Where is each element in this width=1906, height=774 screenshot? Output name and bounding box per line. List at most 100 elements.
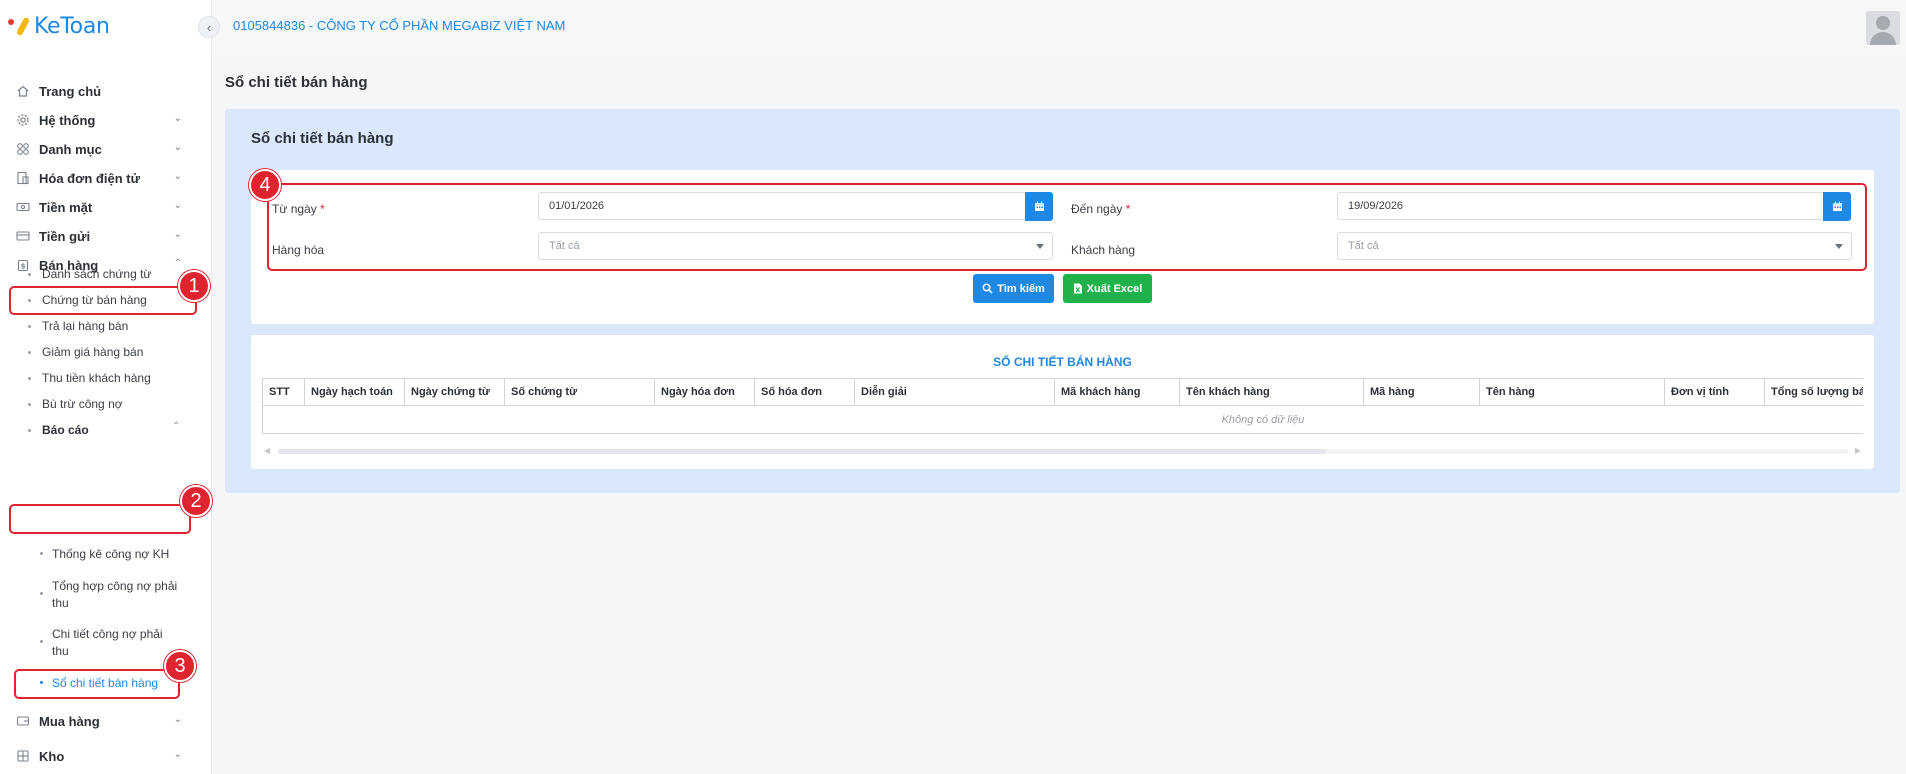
sidebar-subitem-reports[interactable]: Báo cáo [28, 417, 89, 443]
scroll-right-icon[interactable]: ▶ [1855, 446, 1861, 455]
annotation-badge-4: 4 [249, 169, 281, 201]
column-header[interactable]: Tên hàng [1480, 379, 1665, 405]
annotation-box-3 [14, 669, 180, 699]
search-button-label: Tìm kiếm [997, 282, 1045, 295]
user-avatar[interactable] [1866, 11, 1900, 45]
company-name[interactable]: 0105844836 - CÔNG TY CỔ PHẦN MEGABIZ VIỆ… [233, 18, 565, 33]
export-excel-label: Xuất Excel [1086, 282, 1143, 295]
chevron-up-icon: ⌃ [172, 421, 181, 432]
sidebar-item-label: Hệ thống [39, 112, 96, 128]
subitem-label: Thu tiền khách hàng [42, 371, 151, 385]
sidebar-subitem-sales-return[interactable]: Trả lại hàng bán [28, 313, 128, 339]
wallet-icon [14, 712, 32, 730]
column-header[interactable]: Ngày chứng từ [405, 379, 505, 405]
sidebar-subitem-customer-payment[interactable]: Thu tiền khách hàng [28, 365, 151, 391]
column-header[interactable]: Ngày hóa đơn [655, 379, 755, 405]
chevron-down-icon: ⌄ [173, 749, 182, 760]
table-horizontal-scrollbar[interactable]: ◀ ▶ [262, 446, 1863, 456]
sidebar-report-receivable-summary[interactable]: Tổng hợp công nợ phải thu [40, 578, 180, 612]
logo-mark-icon [8, 16, 34, 37]
sidebar-item-label: Mua hàng [39, 713, 100, 729]
sidebar-item-warehouse[interactable]: Kho ⌄ [0, 741, 212, 771]
table-header: STT Ngày hạch toán Ngày chứng từ Số chứn… [262, 378, 1863, 406]
sidebar-item-cash[interactable]: Tiền mặt ⌄ [0, 192, 212, 222]
sidebar-item-label: Danh mục [39, 141, 102, 157]
subitem-label: Báo cáo [42, 423, 89, 437]
cash-icon [14, 198, 32, 216]
warehouse-icon [14, 747, 32, 765]
export-excel-button[interactable]: Xuất Excel [1063, 274, 1152, 303]
home-icon [14, 82, 32, 100]
bullet-icon [40, 640, 43, 643]
sidebar-item-label: Tiền gửi [39, 228, 91, 244]
subitem-label: Giảm giá hàng bán [42, 345, 144, 359]
invoice-icon [14, 169, 32, 187]
chevron-down-icon: ⌄ [173, 200, 182, 211]
sidebar-item-label: Tiền mặt [39, 199, 93, 215]
logo-text: KeToan [34, 13, 110, 39]
chevron-up-icon: ⌃ [173, 258, 182, 269]
sidebar-report-customer-debt-stats[interactable]: Thống kê công nợ KH [40, 546, 180, 563]
annotation-badge-3: 3 [164, 650, 196, 682]
report-item-label: Tổng hợp công nợ phải thu [52, 579, 178, 610]
sidebar-item-e-invoice[interactable]: Hóa đơn điện tử ⌄ [0, 163, 212, 193]
column-header[interactable]: Tên khách hàng [1180, 379, 1364, 405]
bullet-icon [40, 552, 43, 555]
sidebar-item-home[interactable]: Trang chủ [0, 76, 212, 106]
sidebar-subitem-sales-discount[interactable]: Giảm giá hàng bán [28, 339, 143, 365]
column-header[interactable]: Số chứng từ [505, 379, 655, 405]
top-header: 0105844836 - CÔNG TY CỔ PHẦN MEGABIZ VIỆ… [213, 0, 1906, 56]
annotation-box-1 [9, 286, 197, 315]
chevron-down-icon: ⌄ [173, 113, 182, 124]
sidebar-item-label: Kho [39, 748, 65, 764]
sidebar-collapse-button[interactable]: ‹ [198, 16, 220, 38]
sidebar-item-label: Trang chủ [39, 83, 102, 99]
chevron-down-icon: ⌄ [173, 142, 182, 153]
scroll-thumb[interactable] [278, 449, 1326, 454]
column-header[interactable]: Diễn giải [855, 379, 1055, 405]
empty-text: Không có dữ liệu [1221, 413, 1305, 426]
page-title: Sổ chi tiết bán hàng [225, 74, 368, 91]
subitem-label: Bù trừ công nợ [42, 397, 123, 411]
sidebar-subitem-voucher-list[interactable]: Danh sách chứng từ [28, 261, 151, 287]
column-header[interactable]: Tổng số lượng bán [1765, 379, 1863, 405]
report-item-label: Thống kê công nợ KH [52, 547, 170, 561]
column-header[interactable]: STT [263, 379, 305, 405]
scroll-left-icon[interactable]: ◀ [264, 446, 270, 455]
sidebar-item-deposit[interactable]: Tiền gửi ⌄ [0, 221, 212, 251]
column-header[interactable]: Mã khách hàng [1055, 379, 1180, 405]
column-header[interactable]: Mã hàng [1364, 379, 1480, 405]
chevron-down-icon: ⌄ [173, 171, 182, 182]
column-header[interactable]: Số hóa đơn [755, 379, 855, 405]
sidebar-item-purchase[interactable]: Mua hàng ⌄ [0, 706, 212, 736]
sidebar-subitem-debt-offset[interactable]: Bù trừ công nợ [28, 391, 123, 417]
chevron-down-icon: ⌄ [173, 714, 182, 725]
svg-text:$: $ [21, 263, 26, 271]
sidebar-report-receivable-detail[interactable]: Chi tiết công nợ phải thu [40, 626, 180, 660]
annotation-box-4 [267, 183, 1867, 271]
table-title: SỔ CHI TIẾT BÁN HÀNG [993, 355, 1132, 369]
subitem-label: Trả lại hàng bán [42, 319, 129, 333]
annotation-box-2 [9, 504, 191, 534]
sidebar-item-catalog[interactable]: Danh mục ⌄ [0, 134, 212, 164]
card-icon [14, 227, 32, 245]
panel-title: Sổ chi tiết bán hàng [251, 130, 394, 147]
search-icon [982, 283, 993, 294]
column-header[interactable]: Đơn vị tính [1665, 379, 1765, 405]
gear-icon [14, 111, 32, 129]
grid-icon [14, 140, 32, 158]
chevron-left-icon: ‹ [206, 19, 212, 35]
table-empty-row: Không có dữ liệu [262, 406, 1863, 434]
sidebar-item-label: Hóa đơn điện tử [39, 170, 140, 186]
sidebar-item-system[interactable]: Hệ thống ⌄ [0, 105, 212, 135]
report-item-label: Chi tiết công nợ phải thu [52, 627, 163, 658]
search-button[interactable]: Tìm kiếm [973, 274, 1054, 303]
bullet-icon [40, 592, 43, 595]
column-header[interactable]: Ngày hạch toán [305, 379, 405, 405]
annotation-badge-1: 1 [178, 270, 210, 302]
annotation-badge-2: 2 [180, 485, 212, 517]
subitem-label: Danh sách chứng từ [42, 267, 152, 281]
chevron-down-icon: ⌄ [173, 229, 182, 240]
app-logo[interactable]: KeToan [8, 13, 110, 39]
file-excel-icon [1073, 283, 1082, 294]
